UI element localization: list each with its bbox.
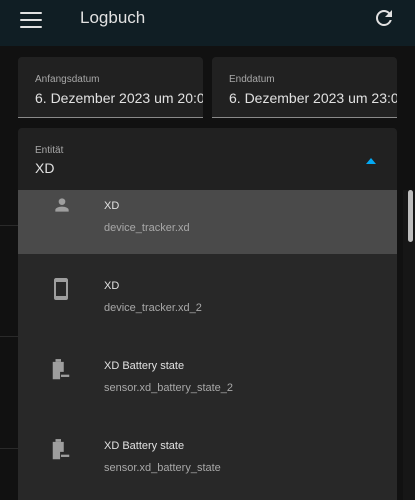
end-date-label: Enddatum bbox=[229, 74, 275, 85]
list-item[interactable]: XD device_tracker.xd bbox=[18, 190, 397, 254]
divider bbox=[0, 448, 18, 449]
option-entity-id: sensor.xd_battery_state_2 bbox=[104, 382, 234, 394]
option-name: XD Battery state bbox=[104, 440, 185, 452]
divider bbox=[0, 225, 18, 226]
list-item[interactable]: XD Battery state sensor.xd_battery_state… bbox=[18, 344, 397, 408]
end-date-field[interactable]: Enddatum 6. Dezember 2023 um 23:00 bbox=[212, 57, 397, 118]
start-date-value: 6. Dezember 2023 um 20:00 bbox=[35, 90, 203, 106]
entity-picker-value[interactable]: XD bbox=[35, 160, 54, 176]
entity-dropdown-list: XD device_tracker.xd XD device_tracker.x… bbox=[18, 190, 397, 500]
battery-icon bbox=[52, 359, 70, 380]
cellphone-icon bbox=[54, 278, 68, 300]
account-icon bbox=[55, 198, 69, 212]
battery-icon bbox=[52, 439, 70, 460]
list-item[interactable]: XD Battery state sensor.xd_battery_state bbox=[18, 424, 397, 488]
option-entity-id: sensor.xd_battery_state bbox=[104, 462, 221, 474]
entity-picker[interactable]: Entität XD bbox=[18, 128, 397, 191]
menu-icon[interactable] bbox=[20, 11, 42, 29]
app-bar: Logbuch bbox=[0, 0, 415, 46]
option-name: XD bbox=[104, 200, 120, 212]
option-name: XD Battery state bbox=[104, 360, 185, 372]
option-name: XD bbox=[104, 280, 120, 292]
end-date-value: 6. Dezember 2023 um 23:00 bbox=[229, 90, 397, 106]
entity-picker-label: Entität bbox=[35, 145, 64, 156]
page-title: Logbuch bbox=[80, 8, 146, 27]
refresh-icon[interactable] bbox=[372, 6, 396, 30]
scrollbar-thumb[interactable] bbox=[408, 190, 413, 242]
list-item[interactable]: XD device_tracker.xd_2 bbox=[18, 264, 397, 328]
start-date-field[interactable]: Anfangsdatum 6. Dezember 2023 um 20:00 bbox=[18, 57, 203, 118]
divider bbox=[0, 336, 18, 337]
start-date-label: Anfangsdatum bbox=[35, 74, 100, 85]
option-entity-id: device_tracker.xd_2 bbox=[104, 302, 202, 314]
option-entity-id: device_tracker.xd bbox=[104, 222, 190, 234]
chevron-up-icon[interactable] bbox=[366, 158, 376, 164]
